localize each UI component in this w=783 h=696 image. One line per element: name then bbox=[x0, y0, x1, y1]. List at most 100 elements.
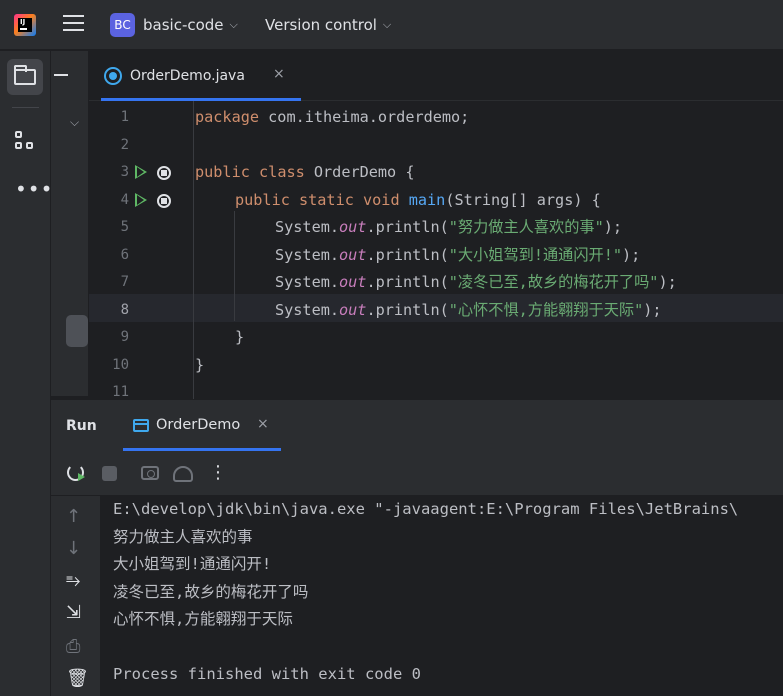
line-number: 2 bbox=[120, 136, 129, 153]
close-tab-icon[interactable]: × bbox=[257, 416, 269, 432]
code-line[interactable]: package com.itheima.orderdemo; bbox=[195, 104, 469, 132]
console-line: 大小姐驾到!通通闪开! bbox=[113, 555, 272, 573]
method-name: main bbox=[408, 190, 446, 209]
app-logo-icon[interactable]: IJ bbox=[14, 14, 36, 36]
horizontal-scrollbar[interactable] bbox=[66, 315, 88, 347]
code-text: System. bbox=[275, 300, 340, 319]
project-selector[interactable]: basic-code ⌵ bbox=[143, 16, 238, 34]
chevron-down-icon[interactable]: ⌵ bbox=[383, 18, 391, 32]
string-literal: "心怀不惧,方能翱翔于天际" bbox=[448, 300, 644, 319]
console-icon bbox=[133, 419, 149, 432]
java-class-icon bbox=[104, 67, 122, 85]
gutter-line: 3 bbox=[89, 159, 184, 187]
gutter-line: 7 bbox=[89, 269, 184, 297]
version-control-menu[interactable]: Version control ⌵ bbox=[265, 16, 391, 34]
project-badge[interactable]: BC bbox=[110, 13, 135, 37]
run-icon[interactable] bbox=[135, 165, 147, 179]
code-text: ); bbox=[603, 218, 623, 236]
code-line[interactable]: System.out.println("凌冬已至,故乡的梅花开了吗"); bbox=[275, 269, 677, 297]
code-text: (String[] args) { bbox=[445, 190, 601, 209]
more-options-icon[interactable]: ⋮ bbox=[209, 461, 227, 485]
minimize-icon[interactable] bbox=[54, 74, 68, 76]
line-number: 1 bbox=[120, 109, 129, 125]
breakpoint-icon[interactable] bbox=[157, 166, 171, 180]
code-text: System. bbox=[275, 273, 340, 291]
run-tool-window-header: Run OrderDemo × bbox=[51, 399, 783, 451]
camera-icon[interactable] bbox=[141, 466, 159, 480]
code-line[interactable]: System.out.println("大小姐驾到!通通闪开!"); bbox=[275, 242, 640, 270]
version-control-label[interactable]: Version control bbox=[265, 16, 377, 34]
chevron-down-icon[interactable]: ⌵ bbox=[70, 115, 79, 130]
project-panel: ⌵ bbox=[51, 51, 89, 396]
console-line: 心怀不惧,方能翱翔于天际 bbox=[113, 610, 293, 628]
code-text: .println( bbox=[366, 218, 449, 236]
line-number: 10 bbox=[112, 356, 129, 373]
stop-icon[interactable] bbox=[102, 466, 117, 481]
breakpoint-icon[interactable] bbox=[157, 193, 171, 208]
line-number: 11 bbox=[112, 384, 129, 399]
print-icon[interactable]: ⎙ bbox=[66, 636, 80, 657]
keyword: class bbox=[259, 163, 305, 181]
run-toolbar: ⋮ bbox=[51, 451, 783, 496]
code-text: } bbox=[235, 328, 245, 346]
string-literal: "凌冬已至,故乡的梅花开了吗" bbox=[448, 273, 659, 291]
code-text: OrderDemo { bbox=[304, 163, 415, 181]
editor-tabs: OrderDemo.java × bbox=[89, 51, 783, 101]
console-line: Process finished with exit code 0 bbox=[113, 665, 421, 683]
code-line[interactable]: public class OrderDemo { bbox=[195, 159, 414, 187]
console-line: E:\develop\jdk\bin\java.exe "-javaagent:… bbox=[113, 500, 739, 518]
code-line[interactable]: public static void main(String[] args) { bbox=[235, 187, 601, 215]
line-number: 5 bbox=[120, 219, 129, 235]
line-number: 9 bbox=[120, 329, 129, 345]
console-line: 努力做主人喜欢的事 bbox=[113, 527, 253, 546]
line-number: 3 bbox=[120, 164, 129, 180]
code-line[interactable]: System.out.println("心怀不惧,方能翱翔于天际"); bbox=[275, 297, 662, 325]
profiler-icon[interactable] bbox=[173, 466, 193, 482]
string-literal: "大小姐驾到!通通闪开!" bbox=[448, 245, 623, 264]
code-text: ); bbox=[643, 300, 662, 319]
close-tab-icon[interactable]: × bbox=[273, 66, 285, 82]
console-side-toolbar: ↑ ↓ ⥱ ⇲ ⎙ 🗑 bbox=[51, 496, 100, 696]
indent-guide bbox=[193, 101, 194, 399]
soft-wrap-icon[interactable]: ⥱ bbox=[66, 570, 80, 591]
code-line[interactable]: System.out.println("努力做主人喜欢的事"); bbox=[275, 214, 622, 242]
console-output[interactable]: E:\develop\jdk\bin\java.exe "-javaagent:… bbox=[100, 496, 783, 696]
folder-icon[interactable] bbox=[14, 65, 36, 85]
code-line[interactable]: } bbox=[195, 352, 204, 380]
run-icon[interactable] bbox=[135, 192, 147, 207]
structure-icon[interactable] bbox=[15, 131, 37, 151]
indent-guide bbox=[234, 211, 235, 321]
code-text: System. bbox=[275, 218, 340, 236]
scroll-to-end-icon[interactable]: ⇲ bbox=[66, 602, 81, 623]
project-tool-button[interactable] bbox=[7, 59, 43, 95]
tab-orderdemo-java[interactable]: OrderDemo.java × bbox=[101, 51, 301, 101]
run-panel-title: Run bbox=[66, 418, 97, 434]
title-bar: IJ BC basic-code ⌵ Version control ⌵ bbox=[0, 0, 783, 50]
trash-icon[interactable]: 🗑 bbox=[66, 668, 89, 689]
chevron-down-icon[interactable]: ⌵ bbox=[230, 18, 238, 32]
tab-label[interactable]: OrderDemo.java bbox=[130, 68, 245, 84]
rerun-icon[interactable] bbox=[67, 464, 85, 481]
console-line: 凌冬已至,故乡的梅花开了吗 bbox=[113, 582, 309, 601]
gutter-line: 2 bbox=[89, 132, 184, 160]
more-icon[interactable]: ••• bbox=[15, 179, 53, 199]
project-name[interactable]: basic-code bbox=[143, 16, 224, 34]
code-text: ); bbox=[658, 273, 677, 291]
code-editor[interactable]: 1 2 3 4 5 6 7 8 9 10 11 package com.ithe… bbox=[89, 101, 783, 399]
keyword: public static void bbox=[235, 190, 400, 209]
code-text: .println( bbox=[366, 273, 449, 291]
keyword: public bbox=[195, 163, 250, 181]
code-line[interactable]: } bbox=[235, 324, 244, 352]
arrow-down-icon[interactable]: ↓ bbox=[66, 538, 81, 559]
toolbar-divider bbox=[12, 107, 39, 108]
arrow-up-icon[interactable]: ↑ bbox=[66, 506, 81, 527]
tab-orderdemo-run[interactable]: OrderDemo bbox=[156, 417, 240, 433]
gutter-line: 10 bbox=[89, 352, 184, 380]
line-number: 7 bbox=[120, 274, 129, 290]
left-tool-stripe: ••• bbox=[0, 51, 53, 696]
gutter-line: 11 bbox=[89, 379, 184, 399]
gutter-line: 1 bbox=[89, 104, 184, 132]
hamburger-menu-icon[interactable] bbox=[63, 15, 84, 33]
code-text: System. bbox=[275, 245, 340, 264]
code-text: com.itheima.orderdemo; bbox=[259, 108, 470, 126]
